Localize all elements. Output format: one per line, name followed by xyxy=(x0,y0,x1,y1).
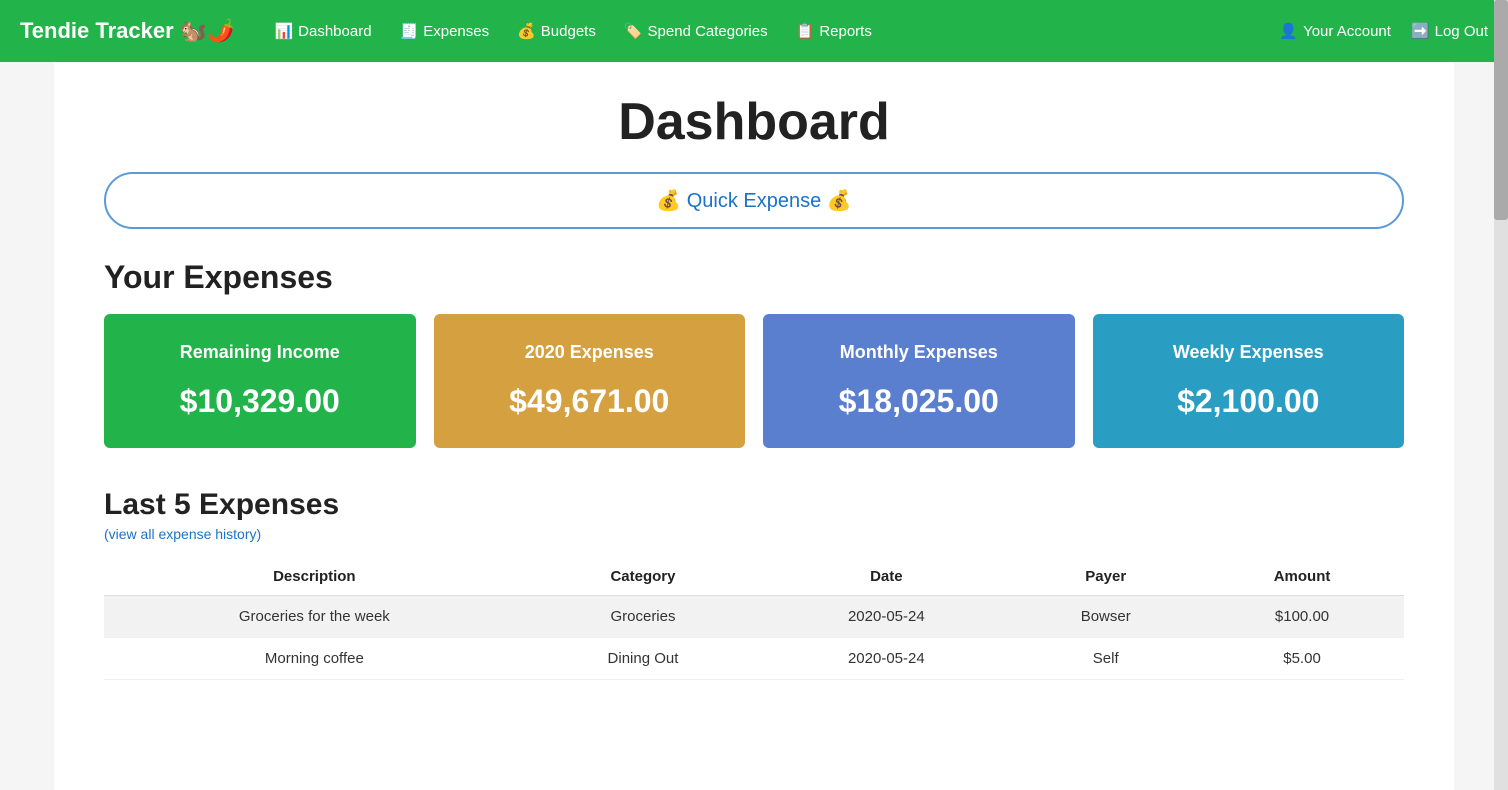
weekly-expenses-label: Weekly Expenses xyxy=(1113,342,1385,363)
view-all-link[interactable]: (view all expense history) xyxy=(104,526,261,542)
col-description: Description xyxy=(104,558,525,596)
brand-name: Tendie Tracker xyxy=(20,18,174,44)
remaining-income-card: Remaining Income $10,329.00 xyxy=(104,314,416,448)
scrollbar-track[interactable] xyxy=(1494,0,1508,790)
yearly-expenses-value: $49,671.00 xyxy=(454,383,726,420)
yearly-expenses-label: 2020 Expenses xyxy=(454,342,726,363)
col-payer: Payer xyxy=(1011,558,1200,596)
col-date: Date xyxy=(761,558,1011,596)
cell-description: Groceries for the week xyxy=(104,596,525,638)
logout-link[interactable]: ➡️ Log Out xyxy=(1411,22,1488,40)
expense-cards: Remaining Income $10,329.00 2020 Expense… xyxy=(104,314,1404,448)
table-row: Groceries for the weekGroceries2020-05-2… xyxy=(104,596,1404,638)
spend-categories-icon: 🏷️ xyxy=(624,22,643,40)
monthly-expenses-value: $18,025.00 xyxy=(783,383,1055,420)
remaining-income-value: $10,329.00 xyxy=(124,383,396,420)
last5-title: Last 5 Expenses xyxy=(104,488,1404,522)
expenses-section-title: Your Expenses xyxy=(104,259,1404,296)
navbar: Tendie Tracker 🐿️🌶️ 📊 Dashboard 🧾 Expens… xyxy=(0,0,1508,62)
logout-icon: ➡️ xyxy=(1411,22,1430,40)
your-account-link[interactable]: 👤 Your Account xyxy=(1279,22,1391,40)
nav-spend-categories[interactable]: 🏷️ Spend Categories xyxy=(614,18,778,44)
cell-description: Morning coffee xyxy=(104,638,525,680)
nav-dashboard[interactable]: 📊 Dashboard xyxy=(264,18,381,44)
cell-payer: Bowser xyxy=(1011,596,1200,638)
budgets-icon: 💰 xyxy=(517,22,536,40)
dashboard-icon: 📊 xyxy=(274,22,293,40)
monthly-expenses-label: Monthly Expenses xyxy=(783,342,1055,363)
quick-expense-button[interactable]: 💰 Quick Expense 💰 xyxy=(104,172,1404,229)
table-row: Morning coffeeDining Out2020-05-24Self$5… xyxy=(104,638,1404,680)
nav-links: 📊 Dashboard 🧾 Expenses 💰 Budgets 🏷️ Spen… xyxy=(264,18,1279,44)
expenses-icon: 🧾 xyxy=(400,22,419,40)
table-body: Groceries for the weekGroceries2020-05-2… xyxy=(104,596,1404,680)
nav-expenses[interactable]: 🧾 Expenses xyxy=(390,18,500,44)
cell-date: 2020-05-24 xyxy=(761,638,1011,680)
cell-date: 2020-05-24 xyxy=(761,596,1011,638)
nav-reports[interactable]: 📋 Reports xyxy=(786,18,882,44)
weekly-expenses-card: Weekly Expenses $2,100.00 xyxy=(1093,314,1405,448)
table-header: Description Category Date Payer Amount xyxy=(104,558,1404,596)
nav-right: 👤 Your Account ➡️ Log Out xyxy=(1279,22,1488,40)
weekly-expenses-value: $2,100.00 xyxy=(1113,383,1385,420)
brand-emoji: 🐿️🌶️ xyxy=(180,18,235,44)
remaining-income-label: Remaining Income xyxy=(124,342,396,363)
col-category: Category xyxy=(525,558,762,596)
brand-logo: Tendie Tracker 🐿️🌶️ xyxy=(20,18,234,44)
page-title: Dashboard xyxy=(104,92,1404,152)
yearly-expenses-card: 2020 Expenses $49,671.00 xyxy=(434,314,746,448)
cell-payer: Self xyxy=(1011,638,1200,680)
expenses-table: Description Category Date Payer Amount G… xyxy=(104,558,1404,680)
main-content: Dashboard 💰 Quick Expense 💰 Your Expense… xyxy=(54,62,1454,790)
col-amount: Amount xyxy=(1200,558,1404,596)
cell-amount: $100.00 xyxy=(1200,596,1404,638)
cell-category: Groceries xyxy=(525,596,762,638)
cell-category: Dining Out xyxy=(525,638,762,680)
nav-budgets[interactable]: 💰 Budgets xyxy=(507,18,606,44)
monthly-expenses-card: Monthly Expenses $18,025.00 xyxy=(763,314,1075,448)
scrollbar-thumb[interactable] xyxy=(1494,0,1508,220)
reports-icon: 📋 xyxy=(796,22,815,40)
cell-amount: $5.00 xyxy=(1200,638,1404,680)
account-icon: 👤 xyxy=(1279,22,1298,40)
